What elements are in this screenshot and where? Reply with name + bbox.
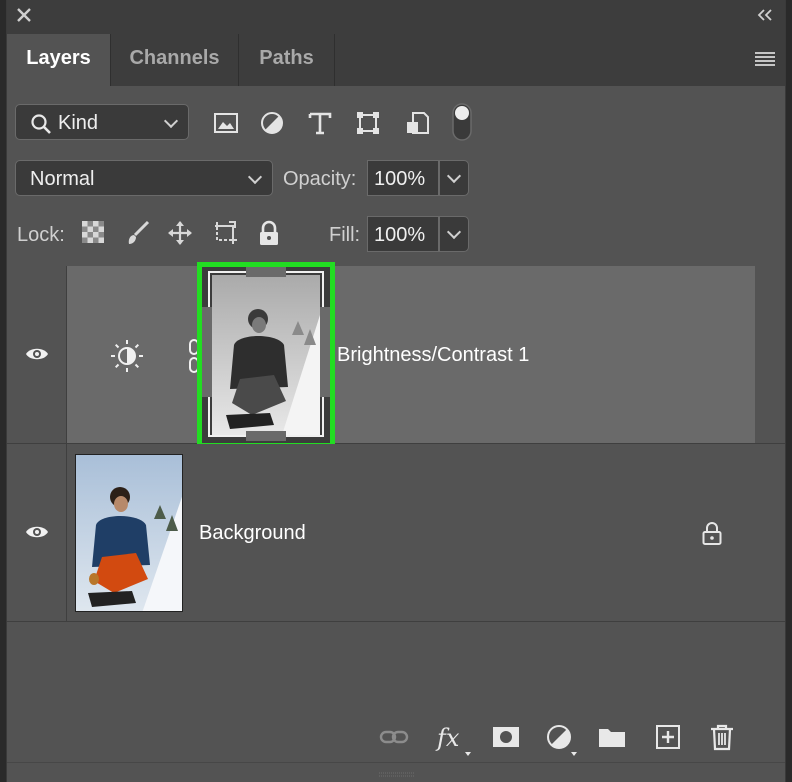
new-layer-icon[interactable] <box>653 722 683 752</box>
fill-dropdown-button[interactable] <box>439 216 469 252</box>
search-icon <box>31 114 51 134</box>
chevron-down-icon <box>446 224 462 240</box>
scrollbar-track[interactable] <box>755 266 785 443</box>
color-photo-thumbnail <box>76 455 182 611</box>
adjustment-layer-filter-icon[interactable] <box>259 110 285 136</box>
layer-content[interactable]: Background <box>67 444 757 621</box>
kind-label: Kind <box>58 112 99 134</box>
chevron-down-icon <box>163 113 179 129</box>
layer-row-brightness-contrast[interactable]: Brightness/Contrast 1 <box>7 262 785 448</box>
lock-artboard-icon[interactable] <box>211 220 237 246</box>
trash-icon[interactable] <box>707 722 737 752</box>
opacity-label: Opacity: <box>283 168 357 190</box>
title-bar <box>7 0 785 34</box>
close-icon[interactable] <box>15 6 35 26</box>
tab-layers[interactable]: Layers <box>7 34 111 86</box>
filter-toggle-icon[interactable] <box>451 102 473 142</box>
fill-input[interactable]: 100% <box>367 216 439 252</box>
visibility-column <box>7 266 67 443</box>
layer-row-background[interactable]: Background <box>7 444 785 622</box>
layer-name[interactable]: Background <box>199 522 306 545</box>
pixel-layer-filter-icon[interactable] <box>213 110 239 136</box>
tab-channels[interactable]: Channels <box>111 34 239 86</box>
layer-content[interactable]: Brightness/Contrast 1 <box>67 262 757 448</box>
layer-name[interactable]: Brightness/Contrast 1 <box>337 344 529 367</box>
link-layers-icon[interactable] <box>379 722 409 752</box>
fx-icon[interactable]: fx <box>435 722 475 756</box>
lock-position-icon[interactable] <box>167 220 193 246</box>
lock-transparent-pixels-icon[interactable] <box>81 220 107 246</box>
layers-list: Brightness/Contrast 1 Background <box>7 262 785 622</box>
layer-mask-thumbnail[interactable] <box>197 262 335 448</box>
opacity-value: 100% <box>374 168 426 190</box>
smart-object-filter-icon[interactable] <box>405 110 431 136</box>
chevron-down-icon <box>446 168 462 184</box>
background-thumbnail[interactable] <box>75 454 183 612</box>
filter-row: Kind <box>7 100 785 144</box>
new-group-icon[interactable] <box>597 722 627 752</box>
visibility-eye-icon[interactable] <box>25 346 49 362</box>
lock-label: Lock: <box>17 224 65 246</box>
lock-row: Lock: Fill: 100% <box>7 212 785 256</box>
panel-menu-icon[interactable] <box>755 52 775 66</box>
tab-paths[interactable]: Paths <box>239 34 335 86</box>
opacity-input[interactable]: 100% <box>367 160 439 196</box>
tab-bar: Layers Channels Paths <box>7 34 785 86</box>
brightness-adjustment-icon <box>111 340 143 372</box>
layer-locked-icon[interactable] <box>701 520 723 546</box>
blend-row: Normal Opacity: 100% <box>7 158 785 198</box>
type-layer-filter-icon[interactable] <box>307 110 333 136</box>
lock-all-icon[interactable] <box>257 220 283 246</box>
visibility-column <box>7 444 67 621</box>
visibility-eye-icon[interactable] <box>25 524 49 540</box>
lock-image-pixels-icon[interactable] <box>125 220 151 246</box>
chevron-down-icon <box>247 169 263 185</box>
layers-panel: Layers Channels Paths Kind Normal Opacit… <box>6 0 786 782</box>
fill-value: 100% <box>374 224 426 246</box>
svg-text:fx: fx <box>435 724 460 752</box>
fill-label: Fill: <box>329 224 361 246</box>
blend-mode-value: Normal <box>30 168 95 190</box>
scrollbar-track[interactable] <box>755 444 785 621</box>
shape-layer-filter-icon[interactable] <box>355 110 381 136</box>
blend-mode-select[interactable]: Normal <box>15 160 273 196</box>
opacity-dropdown-button[interactable] <box>439 160 469 196</box>
add-mask-icon[interactable] <box>491 722 521 752</box>
new-adjustment-icon[interactable] <box>545 722 585 756</box>
kind-filter-select[interactable]: Kind <box>15 104 189 140</box>
collapse-icon[interactable] <box>757 8 773 24</box>
resize-grip-icon[interactable] <box>377 766 417 777</box>
bottom-toolbar: fx <box>7 712 785 762</box>
